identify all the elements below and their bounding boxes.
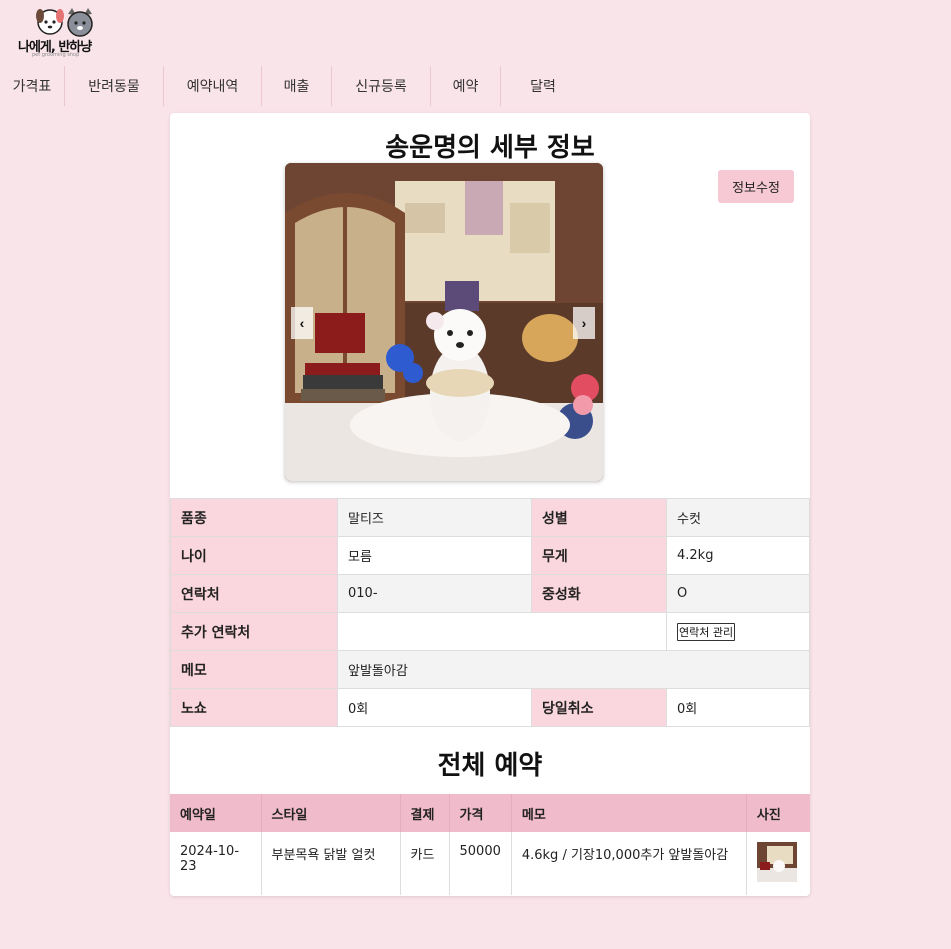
pet-info-table: 품종 말티즈 성별 수컷 나이 모름 무게 4.2kg 연락처 010- 중성화… <box>170 498 810 727</box>
reservation-memo: 4.6kg / 기장10,000추가 앞발돌아감 <box>511 832 747 895</box>
info-row: 노쇼 0회 당일취소 0회 <box>170 688 810 727</box>
memo-label: 메모 <box>170 650 338 689</box>
phone-value: 010- <box>337 574 532 613</box>
col-photo: 사진 <box>746 794 810 832</box>
col-date: 예약일 <box>170 794 262 832</box>
reservation-style: 부분목욕 닭발 얼컷 <box>261 832 401 895</box>
nav-pets[interactable]: 반려동물 <box>65 66 164 106</box>
nav-new-registration[interactable]: 신규등록 <box>332 66 431 106</box>
reservation-date: 2024-10-23 <box>170 832 262 895</box>
brand-subtitle: pet grooming shop <box>32 52 80 58</box>
pet-photo-carousel[interactable]: ‹ › <box>285 163 603 481</box>
info-row: 나이 모름 무게 4.2kg <box>170 536 810 575</box>
neuter-value: O <box>666 574 810 613</box>
info-row: 품종 말티즈 성별 수컷 <box>170 498 810 537</box>
nav-reservation-history[interactable]: 예약내역 <box>164 66 262 106</box>
age-value: 모름 <box>337 536 532 575</box>
col-payment: 결제 <box>400 794 450 832</box>
reservations-table: 예약일 스타일 결제 가격 메모 사진 2024-10-23 부분목욕 닭발 얼… <box>170 794 810 895</box>
pet-faces-icon <box>36 8 93 37</box>
reservation-price: 50000 <box>449 832 512 895</box>
prev-photo-button[interactable]: ‹ <box>291 307 313 339</box>
col-style: 스타일 <box>261 794 401 832</box>
memo-value: 앞발돌아감 <box>337 650 810 689</box>
noshow-value: 0회 <box>337 688 532 727</box>
nav-calendar[interactable]: 달력 <box>501 66 585 106</box>
age-label: 나이 <box>170 536 338 575</box>
same-day-cancel-value: 0회 <box>666 688 810 727</box>
next-photo-button[interactable]: › <box>573 307 595 339</box>
info-row: 메모 앞발돌아감 <box>170 650 810 689</box>
reservation-payment: 카드 <box>400 832 450 895</box>
table-row[interactable]: 2024-10-23 부분목욕 닭발 얼컷 카드 50000 4.6kg / 기… <box>170 832 810 895</box>
same-day-cancel-label: 당일취소 <box>531 688 667 727</box>
noshow-label: 노쇼 <box>170 688 338 727</box>
nav-reservation[interactable]: 예약 <box>431 66 501 106</box>
manage-contacts-button[interactable]: 연락처 관리 <box>677 622 736 641</box>
weight-label: 무게 <box>531 536 667 575</box>
main-nav: 가격표 반려동물 예약내역 매출 신규등록 예약 달력 <box>0 66 585 106</box>
reservation-photo-cell <box>746 832 810 895</box>
reservations-title: 전체 예약 <box>437 751 543 781</box>
info-row: 연락처 010- 중성화 O <box>170 574 810 613</box>
contact-manage-cell: 연락처 관리 <box>666 612 810 651</box>
breed-label: 품종 <box>170 498 338 537</box>
brand-logo[interactable]: 나에게, 반하냥 pet grooming shop <box>18 6 112 58</box>
nav-price-list[interactable]: 가격표 <box>0 66 65 106</box>
neuter-label: 중성화 <box>531 574 667 613</box>
edit-info-button[interactable]: 정보수정 <box>718 170 794 203</box>
pet-photo <box>285 163 603 481</box>
sex-value: 수컷 <box>666 498 810 537</box>
col-memo: 메모 <box>511 794 747 832</box>
phone-label: 연락처 <box>170 574 338 613</box>
extra-contact-value <box>337 612 667 651</box>
sex-label: 성별 <box>531 498 667 537</box>
reservation-photo-thumbnail[interactable] <box>756 842 797 882</box>
breed-value: 말티즈 <box>337 498 532 537</box>
nav-sales[interactable]: 매출 <box>262 66 332 106</box>
table-header-row: 예약일 스타일 결제 가격 메모 사진 <box>170 794 810 832</box>
page-title: 송운명의 세부 정보 <box>385 133 595 163</box>
col-price: 가격 <box>449 794 512 832</box>
weight-value: 4.2kg <box>666 536 810 575</box>
extra-contact-label: 추가 연락처 <box>170 612 338 651</box>
pet-detail-card: 송운명의 세부 정보 정보수정 ‹ › 품종 말티즈 성별 수컷 나이 모름 무… <box>170 113 810 896</box>
info-row: 추가 연락처 연락처 관리 <box>170 612 810 651</box>
